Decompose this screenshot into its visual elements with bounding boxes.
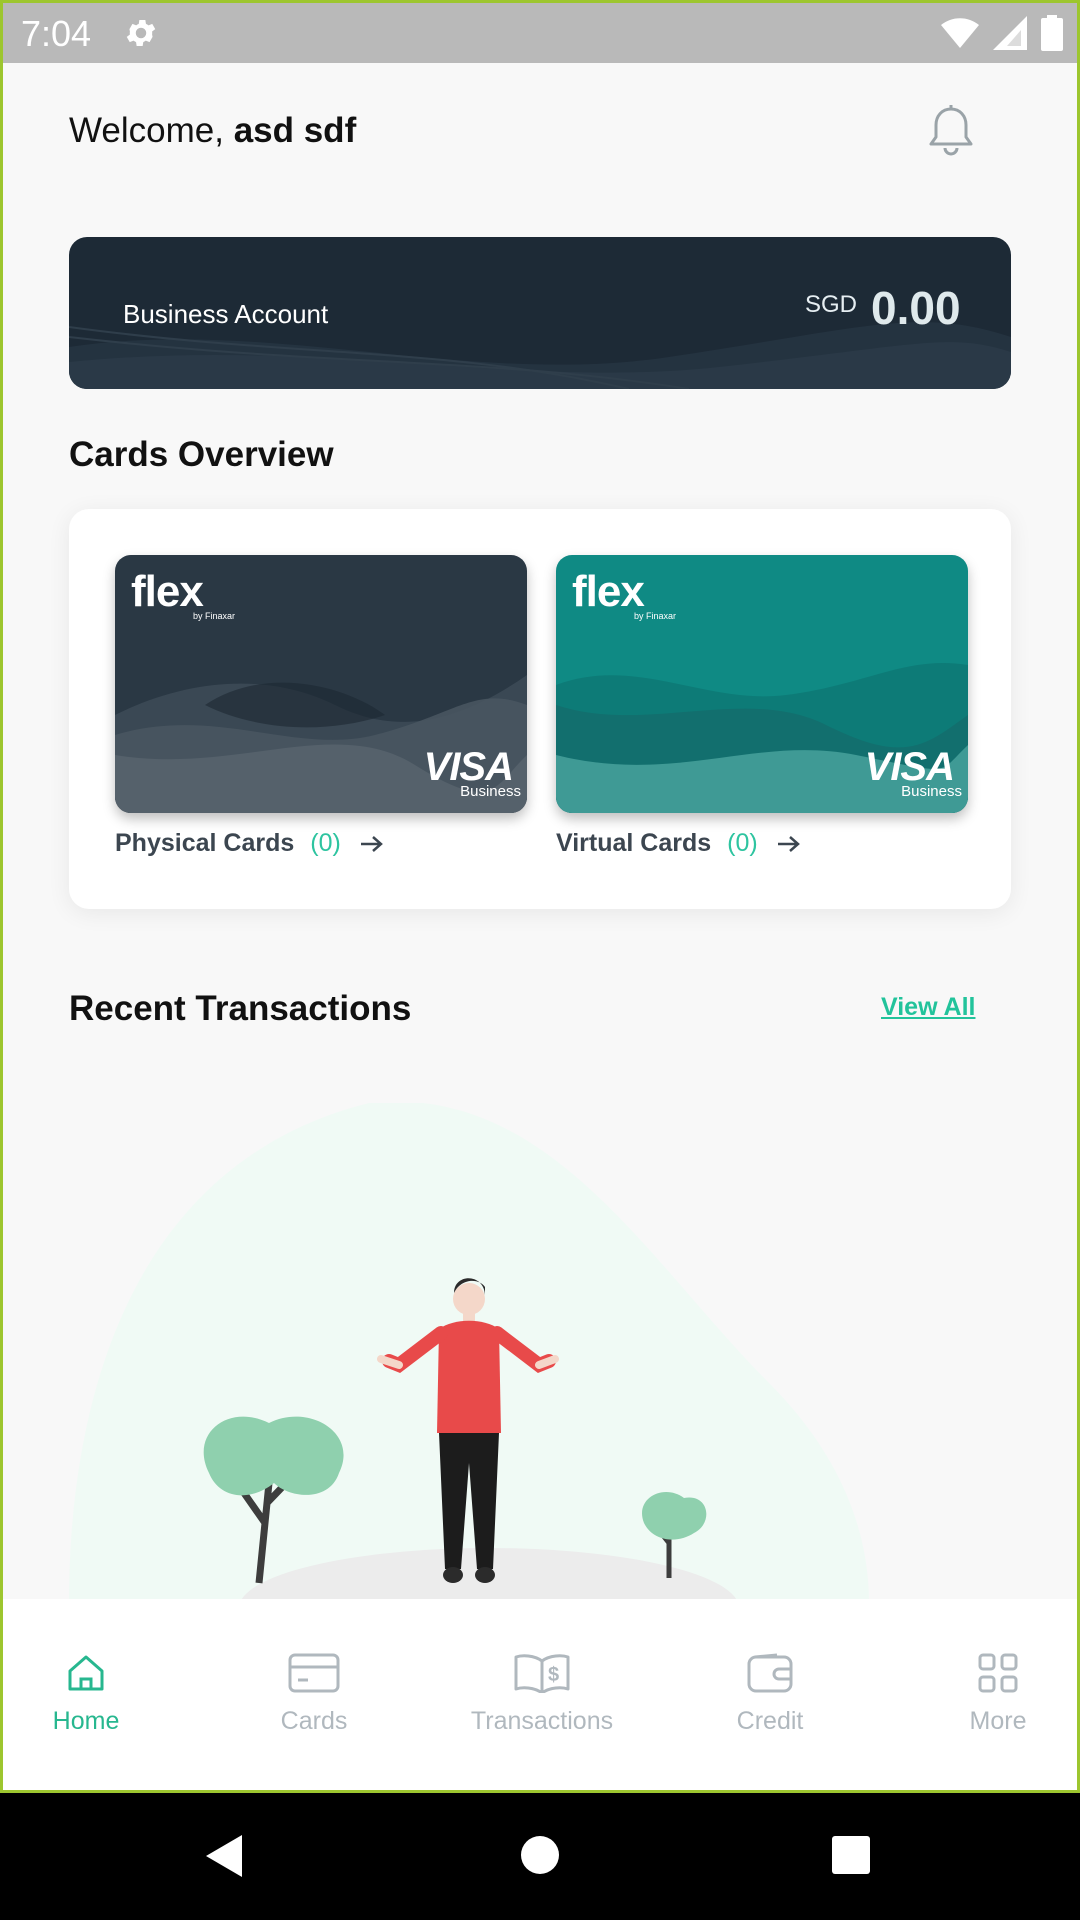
home-circle-icon[interactable] <box>520 1835 560 1875</box>
nav-credit[interactable]: Credit <box>680 1653 860 1736</box>
svg-text:$: $ <box>548 1664 559 1686</box>
home-icon <box>68 1655 104 1691</box>
physical-card-tier: Business <box>460 783 521 800</box>
welcome-prefix: Welcome, <box>69 111 234 150</box>
virtual-card-brand: flex by Finaxar <box>572 567 677 621</box>
physical-card-brand: flex by Finaxar <box>131 567 236 621</box>
back-icon[interactable] <box>204 1833 244 1879</box>
nav-home-label: Home <box>52 1707 120 1735</box>
arrow-right-icon <box>777 835 800 852</box>
virtual-cards-label: Virtual Cards <box>556 829 712 857</box>
status-time: 7:04 <box>21 13 92 54</box>
nav-transactions-label: Transactions <box>470 1707 614 1735</box>
welcome-text: Welcome, asd sdf <box>69 111 356 151</box>
physical-cards-link[interactable]: Physical Cards (0) <box>115 829 385 858</box>
android-navigation-bar <box>0 1793 1080 1920</box>
nav-transactions[interactable]: $ Transactions <box>452 1653 632 1736</box>
physical-card-image[interactable]: flex by Finaxar VISA Business <box>115 555 527 813</box>
nav-cards-label: Cards <box>280 1707 348 1735</box>
status-bar: 7:04 <box>3 3 1077 63</box>
account-currency: SGD <box>805 291 858 318</box>
account-balance: 0.00 <box>871 282 961 334</box>
wifi-icon <box>941 18 979 48</box>
book-dollar-icon: $ <box>514 1654 570 1693</box>
nav-more-label: More <box>969 1707 1027 1735</box>
card-icon <box>288 1653 340 1693</box>
grid-icon <box>978 1653 1018 1693</box>
nav-credit-label: Credit <box>736 1707 804 1735</box>
nav-cards[interactable]: Cards <box>224 1653 404 1736</box>
signal-icon <box>993 16 1027 50</box>
empty-state-illustration <box>69 1103 869 1603</box>
settings-gear-icon <box>126 19 156 47</box>
account-label: Business Account <box>123 299 329 329</box>
app-screen: 7:04 Welcome, asd sdf Business Account S… <box>0 0 1080 1793</box>
view-all-link[interactable]: View All <box>881 993 975 1022</box>
virtual-cards-link[interactable]: Virtual Cards (0) <box>556 829 802 858</box>
virtual-cards-count: (0) <box>727 829 758 857</box>
business-account-card[interactable]: Business Account SGD 0.00 <box>69 237 1011 389</box>
virtual-card-tier: Business <box>901 783 962 800</box>
nav-more[interactable]: More <box>908 1653 1077 1736</box>
physical-cards-label: Physical Cards <box>115 829 295 857</box>
battery-icon <box>1041 15 1063 51</box>
virtual-card-image[interactable]: flex by Finaxar VISA Business <box>556 555 968 813</box>
cards-overview-panel: flex by Finaxar VISA Business Physical Ca… <box>69 509 1011 909</box>
physical-cards-count: (0) <box>310 829 341 857</box>
cards-overview-title: Cards Overview <box>69 435 334 474</box>
notification-bell-icon[interactable] <box>925 103 977 159</box>
arrow-right-icon <box>360 835 383 852</box>
nav-home[interactable]: Home <box>3 1653 176 1736</box>
wallet-icon <box>747 1653 793 1693</box>
bottom-navigation: Home Cards $ Transactions Credit More <box>3 1599 1077 1790</box>
system-icons <box>941 15 1063 51</box>
recent-transactions-title: Recent Transactions <box>69 989 412 1028</box>
user-name: asd sdf <box>233 111 357 150</box>
recents-square-icon[interactable] <box>831 1835 871 1875</box>
